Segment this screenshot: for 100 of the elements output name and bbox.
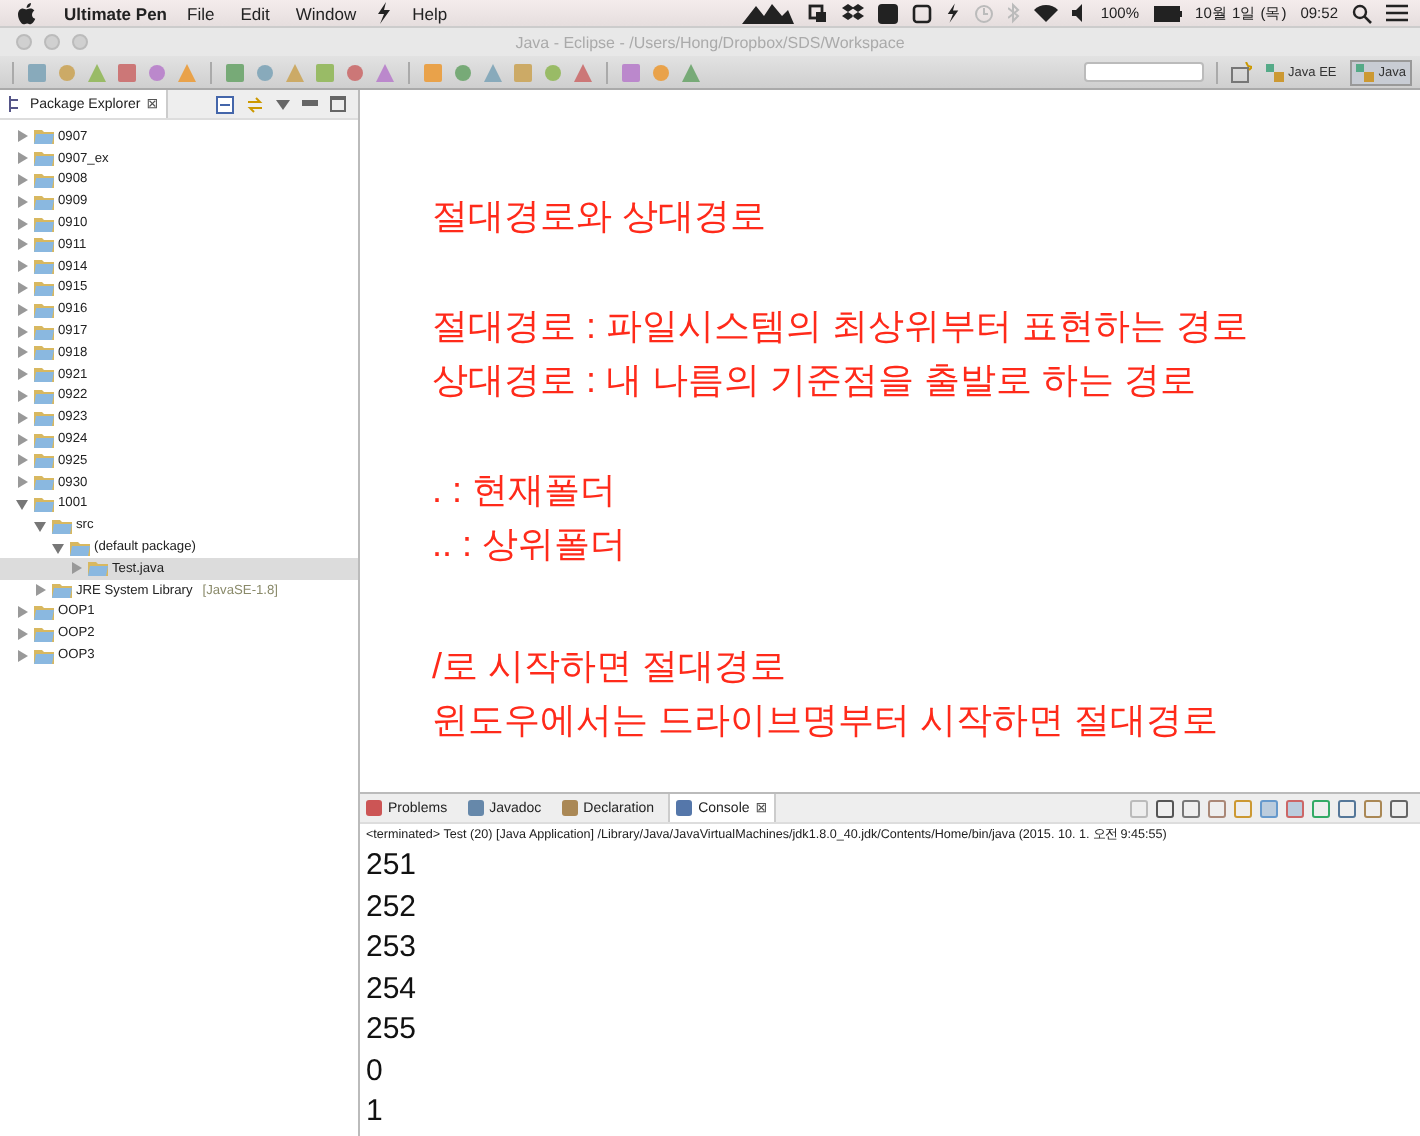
toolbar-icon[interactable] [422, 61, 444, 83]
battery-icon[interactable] [1153, 5, 1182, 21]
list-icon[interactable] [1386, 4, 1408, 22]
square-icon[interactable] [912, 3, 933, 23]
search-icon[interactable] [1352, 3, 1372, 23]
toolbar-icon[interactable] [146, 61, 168, 83]
editor-text-line: /로 시작하면 절대경로 [432, 644, 789, 690]
toolbar-icon[interactable] [254, 61, 276, 83]
collapsed-triangle-icon[interactable] [16, 476, 28, 489]
collapsed-triangle-icon[interactable] [16, 346, 28, 359]
window-control-dot[interactable] [72, 34, 88, 50]
toolbar-icon[interactable] [542, 61, 564, 83]
toolbar-icon[interactable] [224, 61, 246, 83]
console-output-line: 252 [366, 887, 419, 927]
tab-icon [366, 800, 382, 816]
collapsed-triangle-icon[interactable] [16, 627, 28, 640]
menu-item[interactable]: Edit [240, 3, 270, 23]
maximize-icon[interactable] [330, 96, 346, 112]
folder-icon [34, 171, 54, 188]
console-output-line: 0 [366, 1051, 385, 1091]
console-output-line: 251 [366, 846, 419, 886]
collapsed-triangle-icon[interactable] [16, 217, 28, 230]
collapsed-triangle-icon[interactable] [16, 173, 28, 186]
lightning-icon[interactable] [376, 2, 393, 24]
speaker-icon[interactable] [1072, 4, 1087, 22]
editor-text-line: 상대경로 : 내 나름의 기준점을 출발로 하는 경로 [432, 358, 1199, 404]
collapsed-triangle-icon[interactable] [16, 389, 28, 402]
collapsed-triangle-icon[interactable] [16, 130, 28, 143]
folder-icon [52, 517, 72, 534]
folder-icon [52, 582, 72, 599]
window-control-dot[interactable] [16, 34, 32, 50]
editor-text-line: .. : 상위폴더 [432, 522, 629, 568]
folder-icon [34, 344, 54, 361]
collapsed-triangle-icon[interactable] [16, 433, 28, 446]
folder-icon [34, 258, 54, 275]
collapsed-triangle-icon[interactable] [16, 281, 28, 294]
collapsed-triangle-icon[interactable] [16, 325, 28, 338]
toolbar-icon[interactable] [26, 61, 48, 83]
wifi-icon[interactable] [1034, 3, 1059, 23]
collapsed-triangle-icon[interactable] [16, 649, 28, 662]
expanded-triangle-icon[interactable] [16, 497, 28, 510]
collapsed-triangle-icon[interactable] [16, 238, 28, 251]
window-control-dot[interactable] [44, 34, 60, 50]
editor-text-line: 절대경로와 상대경로 [432, 194, 769, 240]
toolbar-icon[interactable] [512, 61, 534, 83]
toolbar-icon[interactable] [620, 61, 642, 83]
bluetooth-icon[interactable] [1008, 2, 1021, 24]
collapsed-triangle-icon[interactable] [16, 260, 28, 273]
menu-item[interactable]: Window [295, 3, 357, 23]
toolbar-icon[interactable] [176, 61, 198, 83]
mountain-icon[interactable] [742, 2, 795, 24]
collapsed-triangle-icon[interactable] [16, 368, 28, 381]
collapsed-triangle-icon[interactable] [16, 152, 28, 165]
toolbar-icon[interactable] [344, 61, 366, 83]
collapsed-triangle-icon[interactable] [16, 411, 28, 424]
console-output-line: 1 [366, 1092, 385, 1132]
folder-icon [34, 647, 54, 664]
toolbar-icon[interactable] [284, 61, 306, 83]
folder-icon [34, 431, 54, 448]
app-name[interactable]: Ultimate Pen [64, 3, 167, 23]
folder-icon [34, 603, 54, 620]
folder-icon [34, 193, 54, 210]
tab-icon [676, 800, 693, 816]
collapsed-triangle-icon[interactable] [16, 605, 28, 618]
folder-icon [34, 387, 54, 404]
toolbar-icon[interactable] [56, 61, 78, 83]
collapsed-triangle-icon[interactable] [16, 303, 28, 316]
toolbar-icon[interactable] [374, 61, 396, 83]
toolbar-icon[interactable] [116, 61, 138, 83]
expanded-triangle-icon[interactable] [52, 541, 64, 554]
folder-icon [34, 236, 54, 253]
console-output-line: 253 [366, 928, 419, 968]
folder-icon [34, 150, 54, 167]
toolbar-icon[interactable] [86, 61, 108, 83]
toolbar-icon[interactable] [650, 61, 672, 83]
collapsed-triangle-icon[interactable] [34, 584, 46, 597]
folder-icon [70, 539, 90, 556]
folder-icon [88, 560, 108, 577]
toolbar-icon[interactable] [452, 61, 474, 83]
tab-icon [467, 800, 484, 816]
search-field[interactable] [1084, 62, 1205, 82]
minimize-icon[interactable] [302, 100, 318, 108]
menu-item[interactable]: File [187, 3, 215, 23]
toolbar-icon[interactable] [680, 61, 702, 83]
menu-item[interactable]: Help [412, 3, 448, 23]
folder-icon [34, 366, 54, 383]
toolbar-icon[interactable] [314, 61, 336, 83]
expanded-triangle-icon[interactable] [34, 519, 46, 532]
lightning-icon[interactable] [946, 2, 961, 24]
toolbar-icon[interactable] [482, 61, 504, 83]
clock-icon[interactable] [974, 3, 995, 23]
apple-icon[interactable] [16, 1, 38, 25]
collapsed-triangle-icon[interactable] [16, 454, 28, 467]
collapse-all-icon[interactable] [216, 95, 234, 113]
dropdown-icon[interactable] [276, 99, 290, 109]
collapsed-triangle-icon[interactable] [70, 562, 82, 575]
toolbar-icon[interactable] [572, 61, 594, 83]
perspective-icon [1266, 63, 1285, 81]
windows-icon[interactable] [808, 3, 829, 23]
collapsed-triangle-icon[interactable] [16, 195, 28, 208]
